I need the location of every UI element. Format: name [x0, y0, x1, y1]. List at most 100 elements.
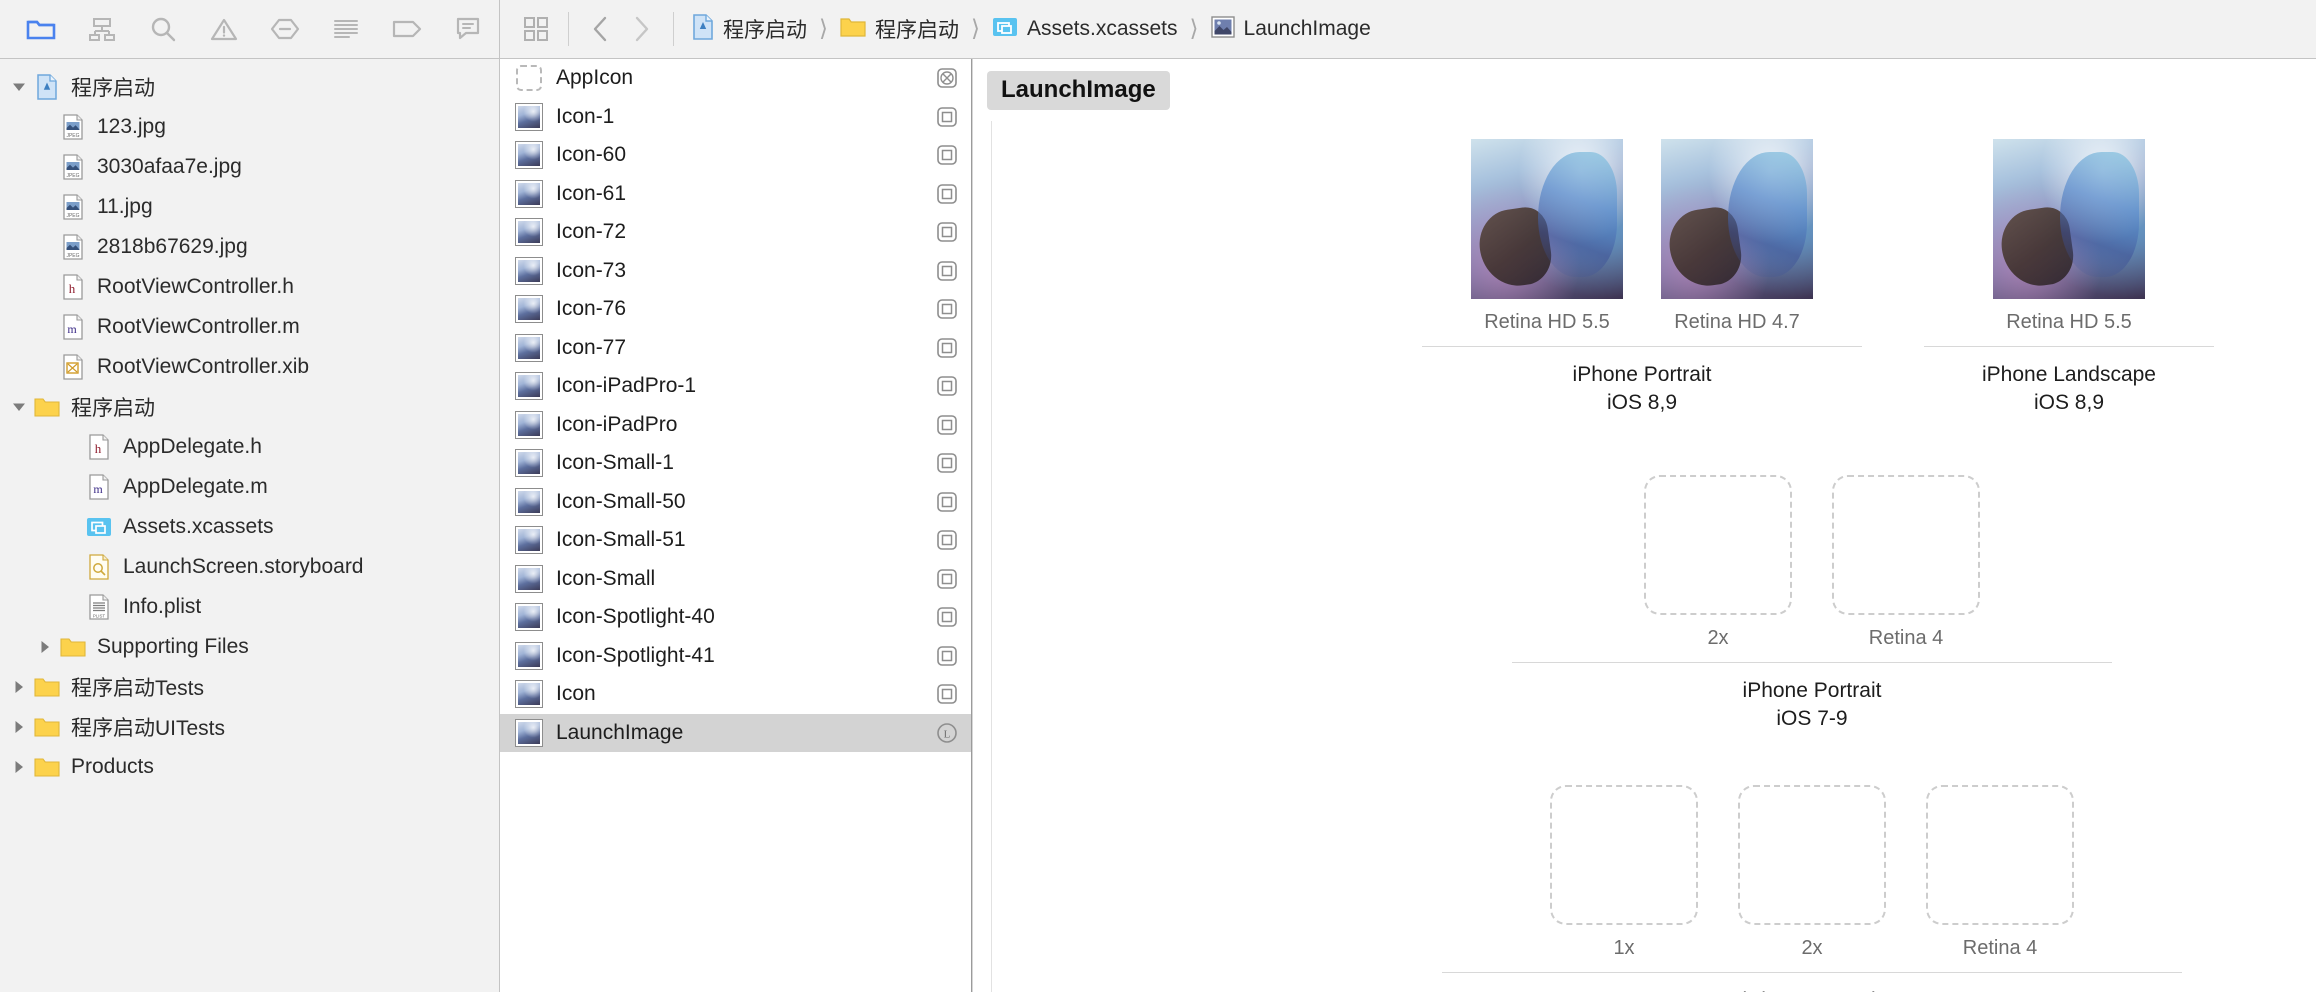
asset-slot-empty-well[interactable]	[1738, 784, 1886, 925]
disclosure-triangle-icon[interactable]	[6, 399, 32, 415]
navigator-row[interactable]: JPEG 11.jpg	[0, 187, 499, 227]
navigator-row[interactable]: JPEG 3030afaa7e.jpg	[0, 147, 499, 187]
tag-icon[interactable]	[377, 7, 438, 51]
navigator-row[interactable]: 程序启动	[0, 67, 499, 107]
asset-slot[interactable]: 1x	[1550, 784, 1698, 960]
asset-list-item-label: Icon-73	[556, 258, 627, 282]
navigator-row[interactable]: m AppDelegate.m	[0, 467, 499, 507]
disclosure-triangle-icon[interactable]	[32, 639, 58, 655]
asset-list-item[interactable]: Icon-60	[500, 136, 971, 175]
jpeg-icon: JPEG	[58, 154, 88, 180]
report-bubble-icon[interactable]	[438, 7, 499, 51]
image-thumbnail-icon	[515, 333, 543, 362]
breadcrumb-label: 程序启动	[874, 19, 959, 42]
asset-list-item[interactable]: Icon	[500, 675, 971, 714]
svg-text:JPEG: JPEG	[66, 213, 79, 219]
asset-list-item[interactable]: Icon-Small	[500, 560, 971, 599]
navigator-row[interactable]: 程序启动	[0, 387, 499, 427]
navigator-row[interactable]: 程序启动Tests	[0, 667, 499, 707]
navigator-row[interactable]: h RootViewController.h	[0, 267, 499, 307]
asset-slot[interactable]: Retina 4	[1926, 784, 2074, 960]
asset-list-item[interactable]: Icon-76	[500, 290, 971, 329]
breadcrumb: 程序启动 ⟩ 程序启动 ⟩ Assets.xcassets ⟩ LaunchIm…	[690, 13, 1373, 45]
navigator-row[interactable]: JPEG 123.jpg	[0, 107, 499, 147]
asset-slot[interactable]: Retina HD 5.5	[1471, 139, 1623, 334]
asset-list-item-label: Icon-iPadPro-1	[556, 374, 697, 398]
navigator-row-label: 11.jpg	[97, 195, 153, 218]
folder-icon	[32, 676, 62, 698]
asset-list-item[interactable]: Icon-Spotlight-40	[500, 598, 971, 637]
asset-slot-empty-well[interactable]	[1550, 784, 1698, 925]
folder-icon[interactable]	[10, 7, 71, 51]
navigator-row[interactable]: h AppDelegate.h	[0, 427, 499, 467]
asset-group: 2x Retina 4 iPhone Portrait iOS 7-9	[1512, 474, 2112, 733]
asset-list-item[interactable]: LaunchImage L	[500, 713, 971, 752]
asset-list-item[interactable]: Icon-73	[500, 252, 971, 291]
navigator-row[interactable]: PLIST Info.plist	[0, 587, 499, 627]
breadcrumb-item-xcassets[interactable]: Assets.xcassets	[990, 16, 1180, 43]
breadcrumb-item-launchimage[interactable]: LaunchImage	[1209, 15, 1373, 44]
asset-slot-image[interactable]	[1661, 139, 1813, 299]
asset-list-item[interactable]: Icon-iPadPro-1	[500, 367, 971, 406]
asset-group-row: 1x 2x Retina 4 iPhone PortraitiOS 5,6	[1442, 784, 2316, 992]
back-button[interactable]	[579, 9, 621, 49]
test-diamond-icon[interactable]	[255, 7, 316, 51]
asset-slot[interactable]: 2x	[1644, 474, 1792, 650]
disclosure-triangle-icon[interactable]	[6, 679, 32, 695]
navigator-row[interactable]: m RootViewController.m	[0, 307, 499, 347]
project-navigator[interactable]: 程序启动 JPEG 123.jpg JPEG 3030afaa7e.jpg JPEG 11.…	[0, 59, 500, 992]
navigator-row-label: Info.plist	[123, 595, 202, 618]
navigator-row[interactable]: LaunchScreen.storyboard	[0, 547, 499, 587]
disclosure-triangle-icon[interactable]	[6, 719, 32, 735]
asset-list-item[interactable]: Icon-72	[500, 213, 971, 252]
asset-group: Retina HD 5.5 iPhone Landscape iOS 8,9	[1924, 139, 2214, 417]
asset-slot-image[interactable]	[1993, 139, 2145, 299]
asset-slot[interactable]: Retina HD 4.7	[1661, 139, 1813, 334]
asset-list-item[interactable]: Icon-Small-50	[500, 483, 971, 522]
folder-icon	[32, 756, 62, 778]
asset-list-item-label: LaunchImage	[556, 720, 684, 744]
navigator-row[interactable]: JPEG 2818b67629.jpg	[0, 227, 499, 267]
asset-list-item[interactable]: Icon-Spotlight-41	[500, 637, 971, 676]
asset-list-item[interactable]: Icon-Small-51	[500, 521, 971, 560]
square-icon	[933, 183, 961, 205]
asset-slot-image[interactable]	[1471, 139, 1623, 299]
breadcrumb-item-project[interactable]: 程序启动	[690, 13, 809, 45]
asset-list-item[interactable]: Icon-Small-1	[500, 444, 971, 483]
folder-icon	[840, 16, 866, 43]
asset-slot-empty-well[interactable]	[1926, 784, 2074, 925]
asset-slot-label: 2x	[1801, 936, 1823, 959]
asset-list-item[interactable]: Icon-77	[500, 329, 971, 368]
breadcrumb-item-folder[interactable]: 程序启动	[838, 14, 961, 44]
asset-list-item[interactable]: Icon-1	[500, 98, 971, 137]
warning-triangle-icon[interactable]	[193, 7, 254, 51]
navigator-row[interactable]: Assets.xcassets	[0, 507, 499, 547]
svg-text:h: h	[95, 441, 102, 456]
asset-slot[interactable]: Retina HD 5.5	[1993, 139, 2145, 334]
square-icon	[933, 491, 961, 513]
asset-list-item[interactable]: Icon-iPadPro	[500, 406, 971, 445]
disclosure-triangle-icon[interactable]	[6, 759, 32, 775]
asset-canvas: Retina HD 5.5 Retina HD 4.7 iPhone Portrai…	[992, 121, 2316, 992]
asset-list-item[interactable]: Icon-61	[500, 175, 971, 214]
divider	[568, 12, 569, 46]
navigator-row[interactable]: Supporting Files	[0, 627, 499, 667]
svg-text:L: L	[944, 728, 951, 740]
related-items-icon[interactable]	[514, 16, 558, 42]
forward-button[interactable]	[621, 9, 663, 49]
asset-slot[interactable]: Retina 4	[1832, 474, 1980, 650]
asset-list-item[interactable]: AppIcon	[500, 59, 971, 98]
navigator-row-label: Supporting Files	[97, 635, 249, 658]
navigator-row[interactable]: 程序启动UITests	[0, 707, 499, 747]
search-icon[interactable]	[132, 7, 193, 51]
debug-list-icon[interactable]	[316, 7, 377, 51]
disclosure-triangle-icon[interactable]	[6, 79, 32, 95]
asset-slot-empty-well[interactable]	[1644, 474, 1792, 615]
navigator-row[interactable]: Products	[0, 747, 499, 787]
asset-list[interactable]: AppIcon Icon-1 Icon-60 Icon-61 Icon-72 Icon-7…	[500, 59, 972, 992]
navigator-row[interactable]: RootViewController.xib	[0, 347, 499, 387]
svg-text:JPEG: JPEG	[66, 253, 79, 259]
asset-slot[interactable]: 2x	[1738, 784, 1886, 960]
hierarchy-icon[interactable]	[71, 7, 132, 51]
asset-slot-empty-well[interactable]	[1832, 474, 1980, 615]
